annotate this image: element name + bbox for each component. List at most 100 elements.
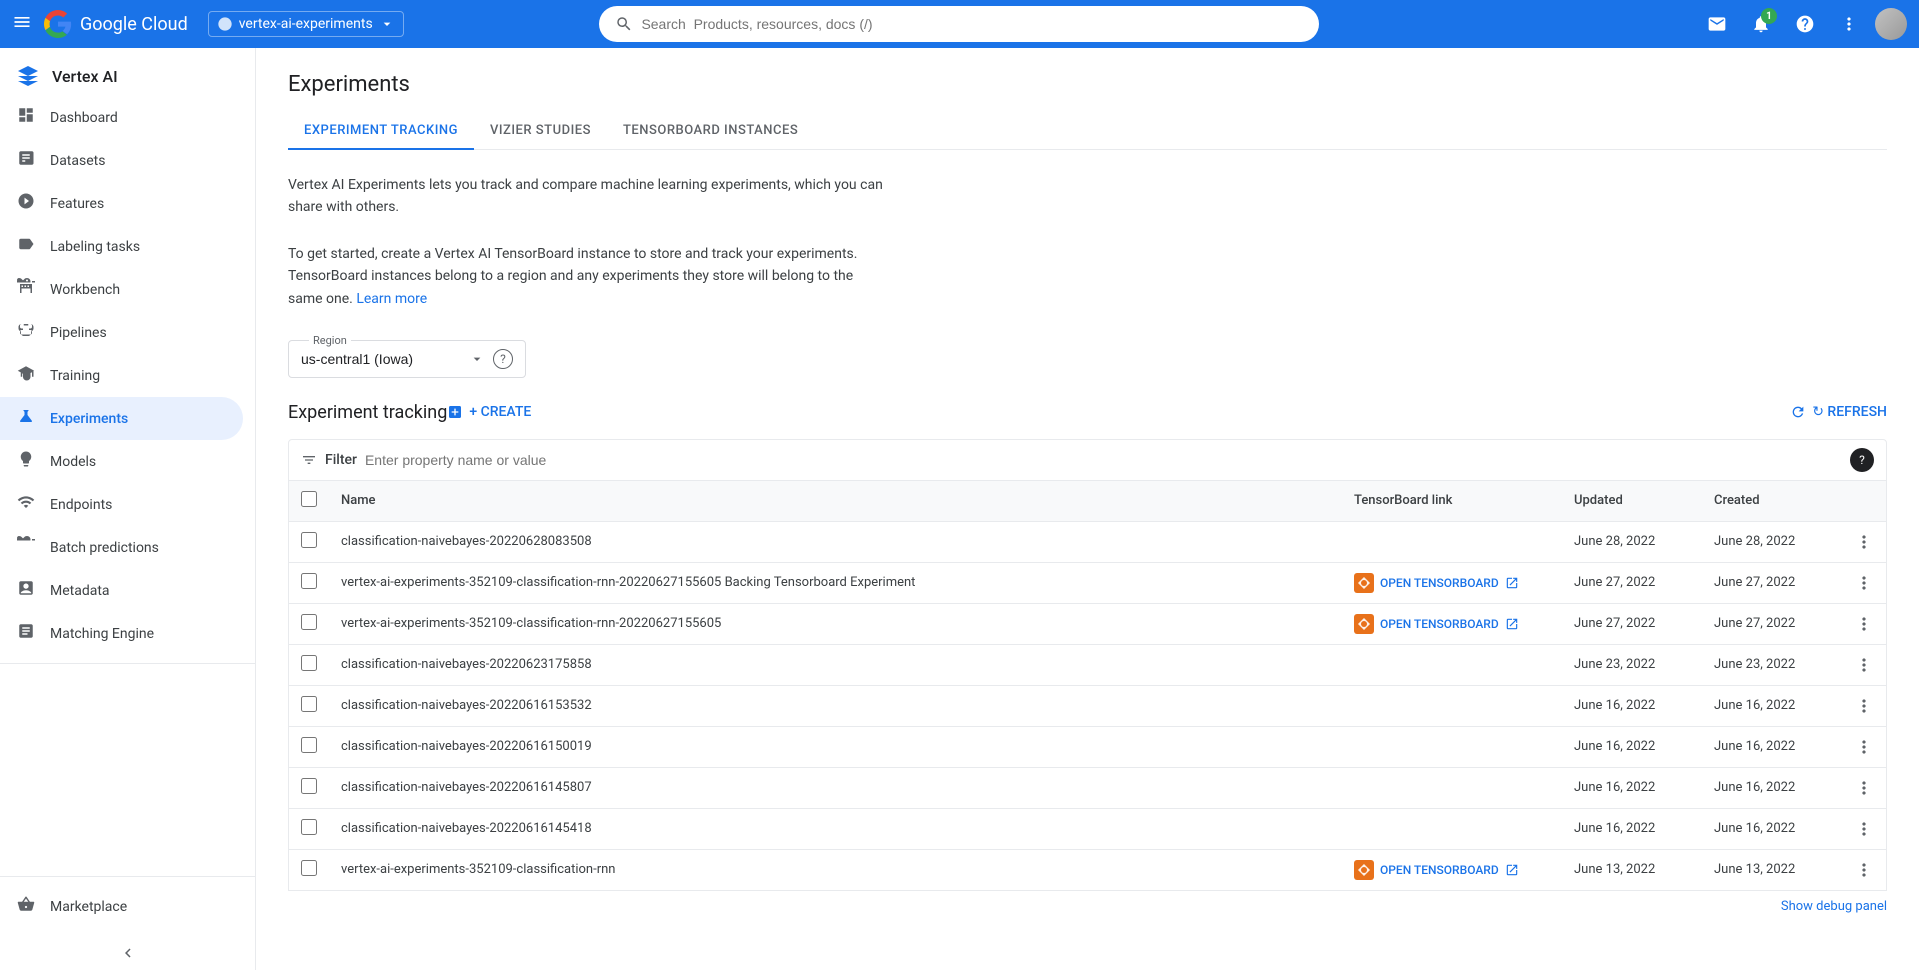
row-tb-link[interactable]: OPEN TENSORBOARD — [1342, 603, 1562, 644]
section-header: Experiment tracking + CREATE ↻ REFRESH — [288, 402, 1887, 423]
tab-experiment-tracking[interactable]: EXPERIMENT TRACKING — [288, 113, 474, 150]
topbar: Google Cloud vertex-ai-experiments 1 — [0, 0, 1919, 48]
row-more-menu[interactable] — [1854, 655, 1874, 675]
row-checkbox[interactable] — [301, 860, 317, 876]
row-more-menu[interactable] — [1854, 819, 1874, 839]
sidebar-item-datasets[interactable]: Datasets — [0, 139, 243, 182]
row-checkbox-cell[interactable] — [289, 603, 330, 644]
row-checkbox-cell[interactable] — [289, 562, 330, 603]
filter-input[interactable] — [365, 452, 1842, 468]
menu-icon[interactable] — [12, 12, 32, 37]
row-more-menu[interactable] — [1854, 532, 1874, 552]
row-checkbox[interactable] — [301, 532, 317, 548]
sidebar-item-training[interactable]: Training — [0, 354, 243, 397]
help-btn[interactable] — [1787, 6, 1823, 42]
row-checkbox-cell[interactable] — [289, 685, 330, 726]
row-checkbox[interactable] — [301, 819, 317, 835]
sidebar-item-workbench[interactable]: Workbench — [0, 268, 243, 311]
sidebar-item-metadata[interactable]: Metadata — [0, 569, 243, 612]
row-checkbox[interactable] — [301, 655, 317, 671]
sidebar-item-batch[interactable]: Batch predictions — [0, 526, 243, 569]
row-menu-cell[interactable] — [1842, 726, 1887, 767]
row-tb-link[interactable]: OPEN TENSORBOARD — [1342, 562, 1562, 603]
row-checkbox-cell[interactable] — [289, 849, 330, 890]
create-button[interactable]: + CREATE — [447, 404, 531, 420]
section-actions: + CREATE — [447, 404, 547, 420]
row-menu-cell[interactable] — [1842, 767, 1887, 808]
row-checkbox[interactable] — [301, 573, 317, 589]
sidebar-item-features[interactable]: Features — [0, 182, 243, 225]
row-menu-cell[interactable] — [1842, 849, 1887, 890]
models-icon — [16, 450, 36, 473]
row-tb-link[interactable]: OPEN TENSORBOARD — [1342, 849, 1562, 890]
sidebar-item-experiments[interactable]: Experiments — [0, 397, 243, 440]
sidebar-item-pipelines[interactable]: Pipelines — [0, 311, 243, 354]
row-more-menu[interactable] — [1854, 737, 1874, 757]
row-more-menu[interactable] — [1854, 573, 1874, 593]
user-avatar[interactable] — [1875, 8, 1907, 40]
project-selector[interactable]: vertex-ai-experiments — [208, 11, 404, 37]
row-checkbox-cell[interactable] — [289, 726, 330, 767]
row-checkbox-cell[interactable] — [289, 808, 330, 849]
row-updated: June 27, 2022 — [1562, 603, 1702, 644]
refresh-button[interactable]: ↻ REFRESH — [1790, 404, 1887, 420]
row-created: June 16, 2022 — [1702, 808, 1842, 849]
row-checkbox[interactable] — [301, 614, 317, 630]
sidebar-item-dashboard[interactable]: Dashboard — [0, 96, 243, 139]
project-name: vertex-ai-experiments — [239, 16, 373, 32]
region-select[interactable]: us-central1 (Iowa) us-east1 (South Carol… — [301, 351, 461, 367]
filter-help-icon[interactable]: ? — [1850, 448, 1874, 472]
row-menu-cell[interactable] — [1842, 521, 1887, 562]
row-more-menu[interactable] — [1854, 860, 1874, 880]
sidebar-item-marketplace[interactable]: Marketplace — [0, 885, 243, 928]
sidebar-item-models[interactable]: Models — [0, 440, 243, 483]
search-input[interactable] — [641, 16, 1303, 32]
row-checkbox[interactable] — [301, 778, 317, 794]
row-more-menu[interactable] — [1854, 696, 1874, 716]
row-menu-cell[interactable] — [1842, 644, 1887, 685]
sidebar-item-matching[interactable]: Matching Engine — [0, 612, 243, 655]
tab-vizier-studies[interactable]: VIZIER STUDIES — [474, 113, 607, 150]
row-more-menu[interactable] — [1854, 778, 1874, 798]
row-menu-cell[interactable] — [1842, 685, 1887, 726]
sidebar-item-endpoints[interactable]: Endpoints — [0, 483, 243, 526]
tab-tensorboard-instances[interactable]: TENSORBOARD INSTANCES — [607, 113, 814, 150]
select-all-checkbox[interactable] — [301, 491, 317, 507]
sidebar-collapse-btn[interactable] — [0, 936, 255, 970]
debug-panel-link[interactable]: Show debug panel — [288, 899, 1887, 914]
create-label: + CREATE — [469, 404, 531, 420]
pipelines-icon — [16, 321, 36, 344]
row-tb-link — [1342, 767, 1562, 808]
row-checkbox-cell[interactable] — [289, 644, 330, 685]
row-menu-cell[interactable] — [1842, 603, 1887, 644]
row-more-menu[interactable] — [1854, 614, 1874, 634]
region-help-icon[interactable]: ? — [493, 349, 513, 369]
email-icon-btn[interactable] — [1699, 6, 1735, 42]
refresh-label: ↻ REFRESH — [1812, 404, 1887, 420]
search-bar[interactable] — [599, 6, 1319, 42]
sidebar-item-labeling[interactable]: Labeling tasks — [0, 225, 243, 268]
row-name: vertex-ai-experiments-352109-classificat… — [329, 603, 1342, 644]
row-menu-cell[interactable] — [1842, 808, 1887, 849]
table-row: vertex-ai-experiments-352109-classificat… — [289, 603, 1887, 644]
notifications-btn[interactable]: 1 — [1743, 6, 1779, 42]
row-menu-cell[interactable] — [1842, 562, 1887, 603]
description-1-text: Vertex AI Experiments lets you track and… — [288, 177, 883, 215]
row-checkbox-cell[interactable] — [289, 767, 330, 808]
table-row: classification-naivebayes-20220616150019… — [289, 726, 1887, 767]
sidebar-item-label: Workbench — [50, 282, 120, 298]
row-checkbox[interactable] — [301, 696, 317, 712]
open-tensorboard-btn[interactable]: OPEN TENSORBOARD — [1354, 614, 1550, 634]
sidebar-header-title: Vertex AI — [52, 67, 118, 86]
open-tensorboard-btn[interactable]: OPEN TENSORBOARD — [1354, 860, 1550, 880]
filter-icon — [301, 452, 317, 468]
row-checkbox[interactable] — [301, 737, 317, 753]
row-updated: June 16, 2022 — [1562, 808, 1702, 849]
learn-more-link[interactable]: Learn more — [356, 291, 427, 307]
external-link-icon — [1505, 576, 1519, 590]
row-checkbox-cell[interactable] — [289, 521, 330, 562]
sidebar-item-label: Metadata — [50, 583, 110, 599]
more-options-btn[interactable] — [1831, 6, 1867, 42]
open-tensorboard-btn[interactable]: OPEN TENSORBOARD — [1354, 573, 1550, 593]
row-name: classification-naivebayes-20220616145418 — [329, 808, 1342, 849]
